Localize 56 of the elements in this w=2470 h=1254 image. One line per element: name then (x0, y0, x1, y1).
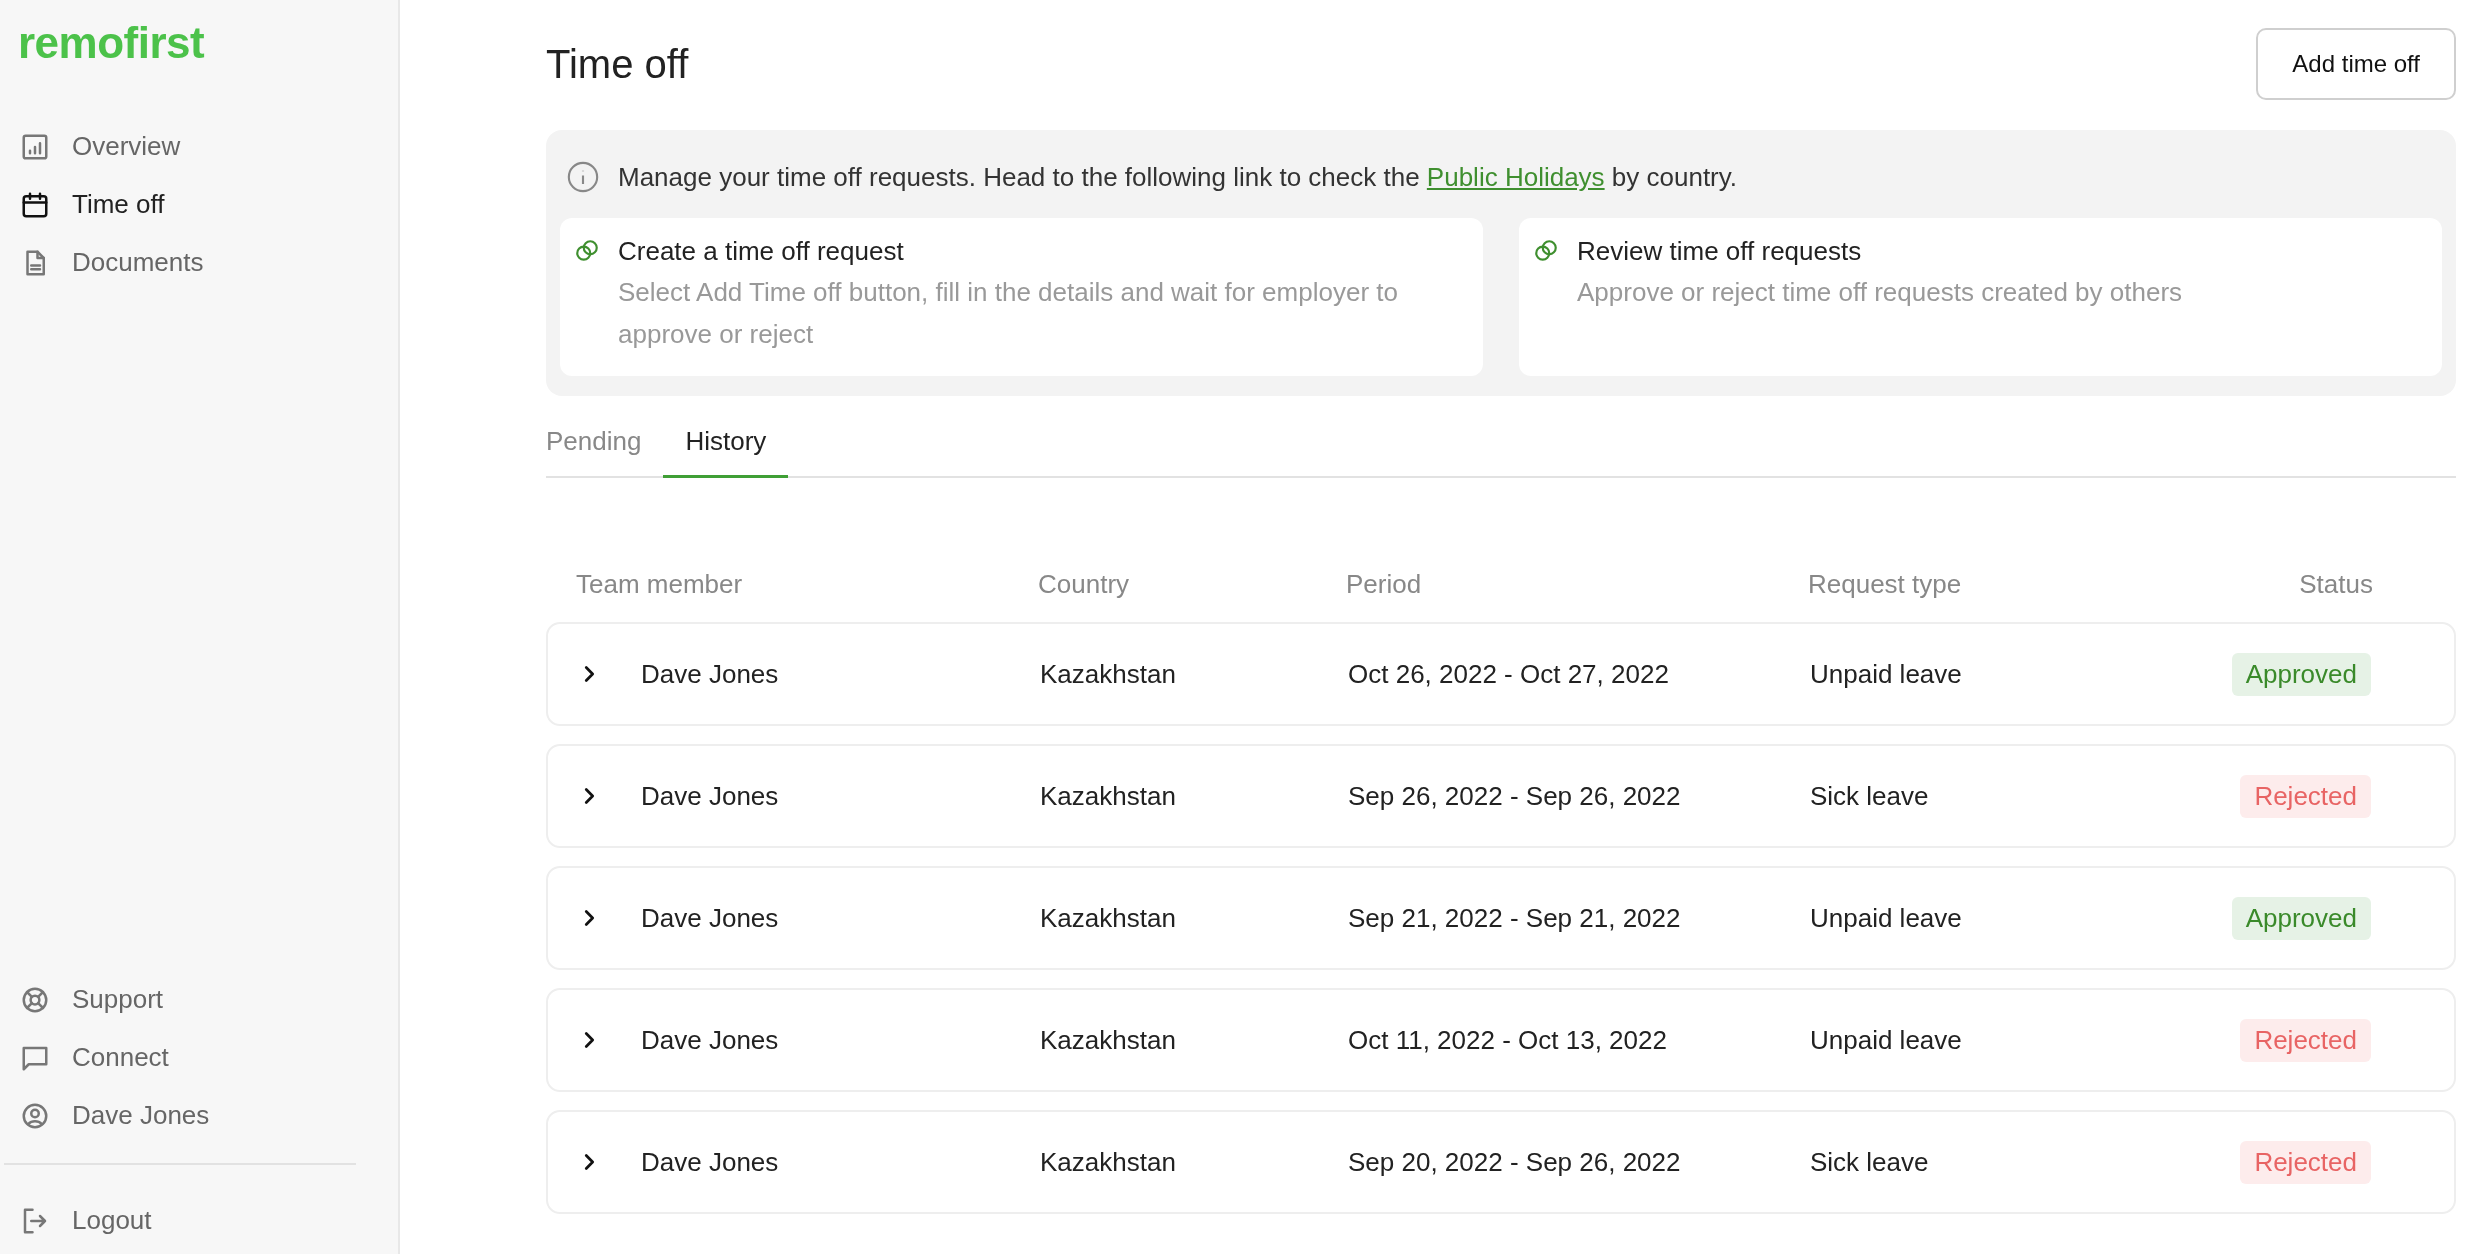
team-member: Dave Jones (641, 1146, 779, 1178)
column-header: Status (2299, 568, 2373, 600)
column-header: Period (1346, 568, 1423, 600)
column-header: Team member (576, 568, 744, 600)
sidebar-item[interactable]: Support (20, 984, 164, 1015)
tab[interactable]: Pending (546, 426, 664, 478)
card-title: Create a time off request (618, 236, 905, 267)
logo: remofirst (17, 18, 205, 68)
table-row[interactable]: Dave Jones Kazakhstan Oct 11, 2022 - Oct 13, 2022 Unpaid leave Rejected (546, 988, 2456, 1092)
team-member: Dave Jones (641, 780, 779, 812)
table-row[interactable]: Dave Jones Kazakhstan Sep 26, 2022 - Sep 26, 2022 Sick leave Rejected (546, 744, 2456, 848)
info-icon (566, 160, 600, 194)
add-time-off-button[interactable]: Add time off (2256, 28, 2456, 100)
period: Sep 21, 2022 - Sep 21, 2022 (1348, 902, 1682, 934)
request-type: Unpaid leave (1810, 658, 1963, 690)
period: Sep 20, 2022 - Sep 26, 2022 (1348, 1146, 1682, 1178)
status-badge: Rejected (2240, 1018, 2371, 1062)
period: Oct 26, 2022 - Oct 27, 2022 (1348, 658, 1670, 690)
info-text: Manage your time off requests. Head to the following link to check the Public Holidays by country. (618, 161, 1738, 193)
country: Kazakhstan (1040, 1024, 1177, 1056)
period: Oct 11, 2022 - Oct 13, 2022 (1348, 1024, 1668, 1056)
request-type: Sick leave (1810, 780, 1930, 812)
card-description: Select Add Time off button, fill in the details and wait for employer to approve or reject (618, 276, 1399, 351)
sidebar-item[interactable]: Dave Jones (20, 1100, 210, 1131)
sidebar-item[interactable]: Overview (20, 131, 181, 162)
public-holidays-link[interactable]: Public Holidays (1426, 161, 1605, 192)
country: Kazakhstan (1040, 1146, 1177, 1178)
column-header: Country (1038, 568, 1131, 600)
country: Kazakhstan (1040, 902, 1177, 934)
table-row[interactable]: Dave Jones Kazakhstan Oct 26, 2022 - Oct 27, 2022 Unpaid leave Approved (546, 622, 2456, 726)
sidebar-item[interactable]: Connect (20, 1042, 169, 1073)
table-row[interactable]: Dave Jones Kazakhstan Sep 20, 2022 - Sep 26, 2022 Sick leave Rejected (546, 1110, 2456, 1214)
sidebar-item[interactable]: Time off (20, 189, 165, 220)
team-member: Dave Jones (641, 658, 779, 690)
request-type: Sick leave (1810, 1146, 1930, 1178)
linked-circles-icon (574, 238, 600, 264)
logout-link[interactable]: Logout (20, 1205, 398, 1236)
team-member: Dave Jones (641, 1024, 779, 1056)
status-badge: Approved (2231, 896, 2371, 940)
card-title: Review time off requests (1577, 236, 1863, 267)
sidebar-item[interactable]: Documents (20, 247, 204, 278)
period: Sep 26, 2022 - Sep 26, 2022 (1348, 780, 1682, 812)
column-header: Request type (1808, 568, 1963, 600)
page-title: Time off (546, 41, 689, 87)
request-type: Unpaid leave (1810, 902, 1963, 934)
status-badge: Rejected (2240, 774, 2371, 818)
status-badge: Approved (2231, 652, 2371, 696)
card-description: Approve or reject time off requests created by others (1577, 276, 2183, 309)
linked-circles-icon (1533, 238, 1559, 264)
status-badge: Rejected (2240, 1140, 2371, 1184)
table-row[interactable]: Dave Jones Kazakhstan Sep 21, 2022 - Sep 21, 2022 Unpaid leave Approved (546, 866, 2456, 970)
country: Kazakhstan (1040, 658, 1177, 690)
request-type: Unpaid leave (1810, 1024, 1963, 1056)
country: Kazakhstan (1040, 780, 1177, 812)
tab[interactable]: History (663, 426, 789, 478)
team-member: Dave Jones (641, 902, 779, 934)
